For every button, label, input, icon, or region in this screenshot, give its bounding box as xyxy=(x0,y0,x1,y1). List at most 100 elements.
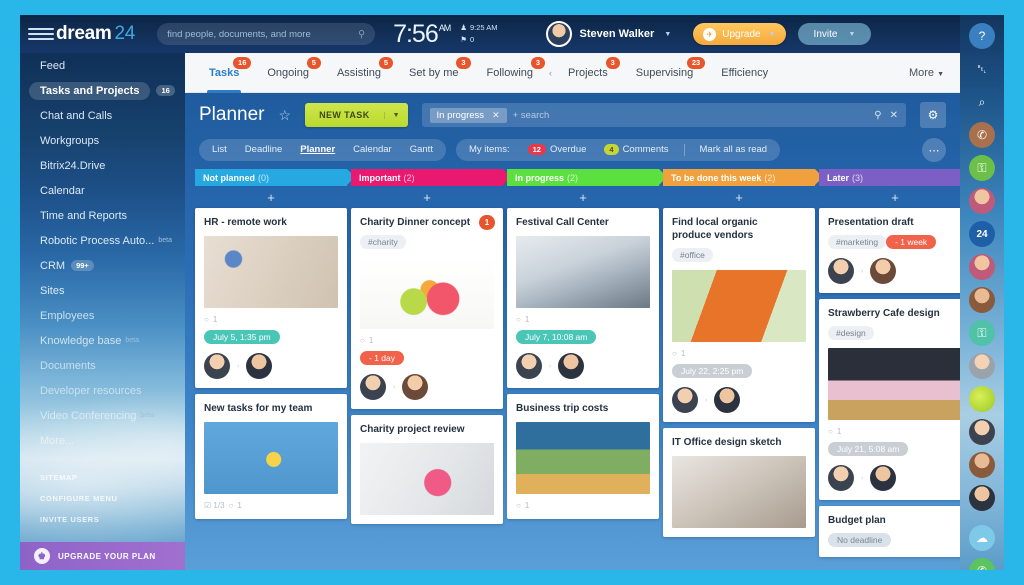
task-date-badge[interactable]: July 7, 10:08 am xyxy=(516,330,597,344)
column-header[interactable]: Later (3) xyxy=(819,169,960,186)
upgrade-plan-button[interactable]: ♚ UPGRADE YOUR PLAN xyxy=(20,542,185,570)
avatar[interactable] xyxy=(246,353,273,379)
chevron-down-icon[interactable]: ▼ xyxy=(664,31,671,38)
task-card[interactable]: IT Office design sketch xyxy=(663,428,815,537)
avatar[interactable] xyxy=(558,353,585,379)
hamburger-icon[interactable] xyxy=(28,28,54,40)
view-deadline[interactable]: Deadline xyxy=(236,139,292,161)
overdue-filter[interactable]: 12 Overdue xyxy=(519,139,596,161)
tab-more-button[interactable]: More ▼ xyxy=(909,67,960,79)
lock-icon[interactable]: ⚿ xyxy=(969,320,995,346)
task-date-badge[interactable]: July 22, 2:25 pm xyxy=(672,364,753,378)
filter-bar[interactable]: In progress ✕ + search ⚲ ✕ xyxy=(421,103,906,127)
column-header[interactable]: Not planned (0) xyxy=(195,169,355,186)
sidebar-item-chat-and-calls[interactable]: Chat and Calls xyxy=(20,103,185,128)
new-task-button[interactable]: NEW TASK ▼ xyxy=(305,103,408,127)
search-icon[interactable]: ⚲ xyxy=(874,110,881,121)
task-tag[interactable]: #marketing xyxy=(828,235,887,249)
search-icon[interactable]: ⌕ xyxy=(969,89,995,115)
star-icon[interactable]: ☆ xyxy=(279,107,292,124)
close-icon[interactable]: ✕ xyxy=(492,110,500,121)
plus-icon[interactable]: + xyxy=(507,186,659,208)
tab-tasks[interactable]: Tasks 16 xyxy=(195,53,253,93)
avatar[interactable] xyxy=(516,353,542,379)
gear-icon[interactable]: ⚙ xyxy=(920,102,946,128)
tab-supervising[interactable]: Supervising 23 xyxy=(622,53,707,93)
task-card[interactable]: Presentation draft #marketing - 1 week › xyxy=(819,208,960,293)
task-card[interactable]: Charity Dinner concept 1 #charity ○ 1- 1 day… xyxy=(351,208,503,409)
contact-avatar[interactable] xyxy=(969,188,995,214)
app-logo[interactable]: dream 24 xyxy=(56,23,135,45)
search-icon[interactable]: ⚲ xyxy=(358,29,365,40)
plus-icon[interactable]: + xyxy=(819,186,960,208)
plus-icon[interactable]: + xyxy=(663,186,815,208)
plus-icon[interactable]: + xyxy=(351,186,503,208)
bitrix24-icon[interactable]: 24 xyxy=(969,221,995,247)
sidebar-item-workgroups[interactable]: Workgroups xyxy=(20,128,185,153)
sidebar-link-invite-users[interactable]: INVITE USERS xyxy=(20,509,185,530)
sidebar-item-feed[interactable]: Feed xyxy=(20,53,185,78)
sidebar-item-developer-resources[interactable]: Developer resources xyxy=(20,378,185,403)
tab-efficiency[interactable]: Efficiency xyxy=(707,53,782,93)
filter-chip[interactable]: In progress ✕ xyxy=(429,107,507,123)
task-tag[interactable]: #charity xyxy=(360,235,406,249)
task-card[interactable]: Strawberry Cafe design #design ○ 1 July 21, … xyxy=(819,299,960,500)
contact-avatar[interactable] xyxy=(969,353,995,379)
task-card[interactable]: Charity project review xyxy=(351,415,503,524)
contact-avatar[interactable] xyxy=(969,287,995,313)
avatar[interactable] xyxy=(714,387,741,413)
tab-set-by-me[interactable]: Set by me 3 xyxy=(395,53,473,93)
sidebar-item-sites[interactable]: Sites xyxy=(20,278,185,303)
tab-assisting[interactable]: Assisting 5 xyxy=(323,53,395,93)
contact-avatar[interactable] xyxy=(969,485,995,511)
sidebar-item-time-and-reports[interactable]: Time and Reports xyxy=(20,203,185,228)
view-calendar[interactable]: Calendar xyxy=(344,139,401,161)
plus-icon[interactable]: + xyxy=(195,186,347,208)
column-header[interactable]: In progress (2) xyxy=(507,169,667,186)
sidebar-item-crm[interactable]: CRM 99+ xyxy=(20,253,185,278)
upgrade-button[interactable]: ✈ Upgrade ▼ xyxy=(693,23,786,45)
avatar[interactable] xyxy=(402,374,429,400)
sidebar-item-employees[interactable]: Employees xyxy=(20,303,185,328)
sidebar-link-sitemap[interactable]: SITEMAP xyxy=(20,467,185,488)
sidebar-item-tasks-and-projects[interactable]: Tasks and Projects 16 xyxy=(20,78,185,103)
close-icon[interactable]: ✕ xyxy=(890,110,898,121)
avatar[interactable] xyxy=(870,258,897,284)
chevron-down-icon[interactable]: ▼ xyxy=(769,31,776,38)
sidebar-item-knowledge-base[interactable]: Knowledge base beta xyxy=(20,328,185,353)
avatar[interactable] xyxy=(672,387,698,413)
tab-following[interactable]: Following 3 xyxy=(473,53,547,93)
avatar[interactable] xyxy=(828,258,854,284)
filter-search-input[interactable]: + search xyxy=(513,110,550,121)
sidebar-item-more[interactable]: More... xyxy=(20,428,185,453)
task-tag[interactable]: #design xyxy=(828,326,874,340)
chevron-down-icon[interactable]: ▼ xyxy=(848,31,855,38)
task-card[interactable]: Festival Call Center ○ 1 July 7, 10:08 am › xyxy=(507,208,659,388)
mark-all-read-button[interactable]: Mark all as read xyxy=(691,139,777,161)
sidebar-item-robotic-process-auto[interactable]: Robotic Process Auto... beta xyxy=(20,228,185,253)
call-icon[interactable]: ✆ xyxy=(969,122,995,148)
column-header[interactable]: Important (2) xyxy=(351,169,511,186)
task-card[interactable]: HR - remote work ○ 1 July 5, 1:35 pm › xyxy=(195,208,347,388)
global-search-input[interactable]: find people, documents, and more ⚲ xyxy=(157,23,376,45)
sidebar-item-documents[interactable]: Documents xyxy=(20,353,185,378)
sidebar-item-bitrix24-drive[interactable]: Bitrix24.Drive xyxy=(20,153,185,178)
help-icon[interactable]: ? xyxy=(969,23,995,49)
avatar[interactable] xyxy=(204,353,230,379)
task-date-badge[interactable]: No deadline xyxy=(828,533,892,547)
view-list[interactable]: List xyxy=(203,139,236,161)
sidebar-item-video-conferencing[interactable]: Video Conferencing beta xyxy=(20,403,185,428)
avatar[interactable] xyxy=(828,465,854,491)
sidebar-item-calendar[interactable]: Calendar xyxy=(20,178,185,203)
weather-widget-icon[interactable]: ☁ xyxy=(969,525,995,551)
avatar[interactable] xyxy=(545,21,572,47)
task-date-badge[interactable]: July 5, 1:35 pm xyxy=(204,330,280,344)
call-button-icon[interactable]: ✆ xyxy=(969,558,995,570)
tab-projects[interactable]: Projects 3 xyxy=(554,53,622,93)
task-card[interactable]: Budget plan No deadline xyxy=(819,506,960,557)
view-gantt[interactable]: Gantt xyxy=(401,139,442,161)
ellipsis-icon[interactable]: ⋯ xyxy=(922,138,946,162)
task-date-badge[interactable]: July 21, 5:08 am xyxy=(828,442,909,456)
invite-button[interactable]: Invite ▼ xyxy=(797,23,872,45)
contact-avatar[interactable] xyxy=(969,254,995,280)
